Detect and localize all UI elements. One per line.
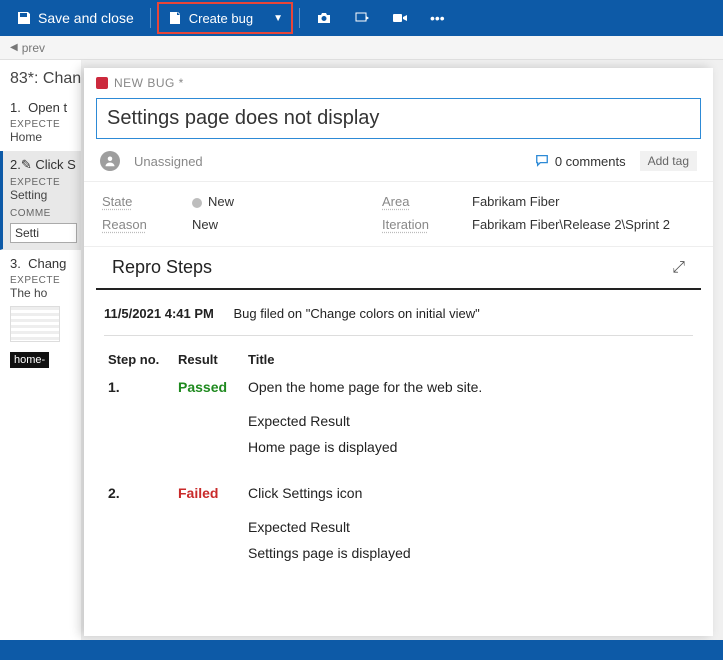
- filed-text: Bug filed on "Change colors on initial v…: [233, 306, 479, 321]
- state-value[interactable]: New: [192, 194, 362, 209]
- repro-steps-table: Step no. Result Title 1. Passed Open the…: [104, 346, 693, 585]
- test-case-title: 83*: Chang: [0, 60, 81, 94]
- result-passed: Passed: [178, 379, 227, 395]
- assignee-label[interactable]: Unassigned: [134, 154, 203, 169]
- result-failed: Failed: [178, 485, 218, 501]
- reason-label: Reason: [102, 217, 172, 232]
- new-bug-icon: [167, 10, 183, 26]
- prev-link[interactable]: prev: [22, 41, 45, 55]
- capture-icon: [354, 10, 370, 26]
- toolbar-divider: [150, 8, 151, 28]
- screenshot-thumb-dark[interactable]: home-: [10, 352, 49, 368]
- col-title: Title: [244, 346, 693, 373]
- comments-link[interactable]: 0 comments: [535, 153, 626, 170]
- panel-header-text: NEW BUG *: [114, 76, 184, 90]
- screenshot-thumb[interactable]: [10, 306, 60, 342]
- repro-steps-heading: Repro Steps: [112, 257, 212, 278]
- comment-icon: [535, 153, 549, 170]
- more-button[interactable]: •••: [420, 4, 455, 32]
- bug-title-input[interactable]: [96, 98, 701, 139]
- new-bug-panel: NEW BUG * Unassigned 0 comments Add tag …: [84, 68, 713, 636]
- ellipsis-icon: •••: [430, 10, 445, 26]
- area-label: Area: [382, 194, 452, 209]
- table-row: 1. Passed Open the home page for the web…: [104, 373, 693, 479]
- repro-body: 11/5/2021 4:41 PM Bug filed on "Change c…: [84, 290, 713, 636]
- iteration-value[interactable]: Fabrikam Fiber\Release 2\Sprint 2: [472, 217, 695, 232]
- chevron-down-icon: ▼: [273, 13, 283, 24]
- create-bug-label: Create bug: [189, 11, 253, 26]
- assignee-avatar-icon[interactable]: [100, 151, 120, 171]
- test-steps-sidebar: 83*: Chang 1. Open t EXPECTE Home 2.✎ Cl…: [0, 60, 82, 640]
- save-icon: [16, 10, 32, 26]
- create-bug-button[interactable]: Create bug ▼: [157, 2, 293, 34]
- save-close-label: Save and close: [38, 10, 134, 26]
- reason-value[interactable]: New: [192, 217, 362, 232]
- bug-fields: State New Area Fabrikam Fiber Reason New…: [84, 182, 713, 247]
- save-close-button[interactable]: Save and close: [6, 4, 144, 32]
- col-result: Result: [174, 346, 244, 373]
- col-stepno: Step no.: [104, 346, 174, 373]
- toolbar-divider: [299, 8, 300, 28]
- bug-icon: [96, 77, 108, 89]
- capture-action-button[interactable]: [344, 4, 380, 32]
- expand-icon[interactable]: ⤢: [672, 259, 685, 277]
- sidebar-step-1[interactable]: 1. Open t EXPECTE Home: [0, 94, 81, 151]
- sidebar-step-2[interactable]: 2.✎ Click S EXPECTE Setting COMME Setti: [0, 151, 81, 250]
- video-icon: [392, 10, 408, 26]
- sidebar-step-3[interactable]: 3. Chang EXPECTE The ho home-: [0, 250, 81, 375]
- screenshot-button[interactable]: [306, 4, 342, 32]
- add-tag-button[interactable]: Add tag: [640, 151, 697, 171]
- chevron-left-icon: ◀: [10, 42, 18, 53]
- bottom-bar: [0, 640, 723, 660]
- iteration-label: Iteration: [382, 217, 452, 232]
- top-toolbar: Save and close Create bug ▼ •••: [0, 0, 723, 36]
- state-dot-icon: [192, 198, 202, 208]
- comment-input[interactable]: Setti: [10, 223, 77, 243]
- area-value[interactable]: Fabrikam Fiber: [472, 194, 695, 209]
- state-label: State: [102, 194, 172, 209]
- record-button[interactable]: [382, 4, 418, 32]
- table-row: 2. Failed Click Settings icon Expected R…: [104, 479, 693, 585]
- nav-subbar: ◀ prev: [0, 36, 723, 60]
- camera-icon: [316, 10, 332, 26]
- filed-timestamp: 11/5/2021 4:41 PM: [104, 306, 214, 321]
